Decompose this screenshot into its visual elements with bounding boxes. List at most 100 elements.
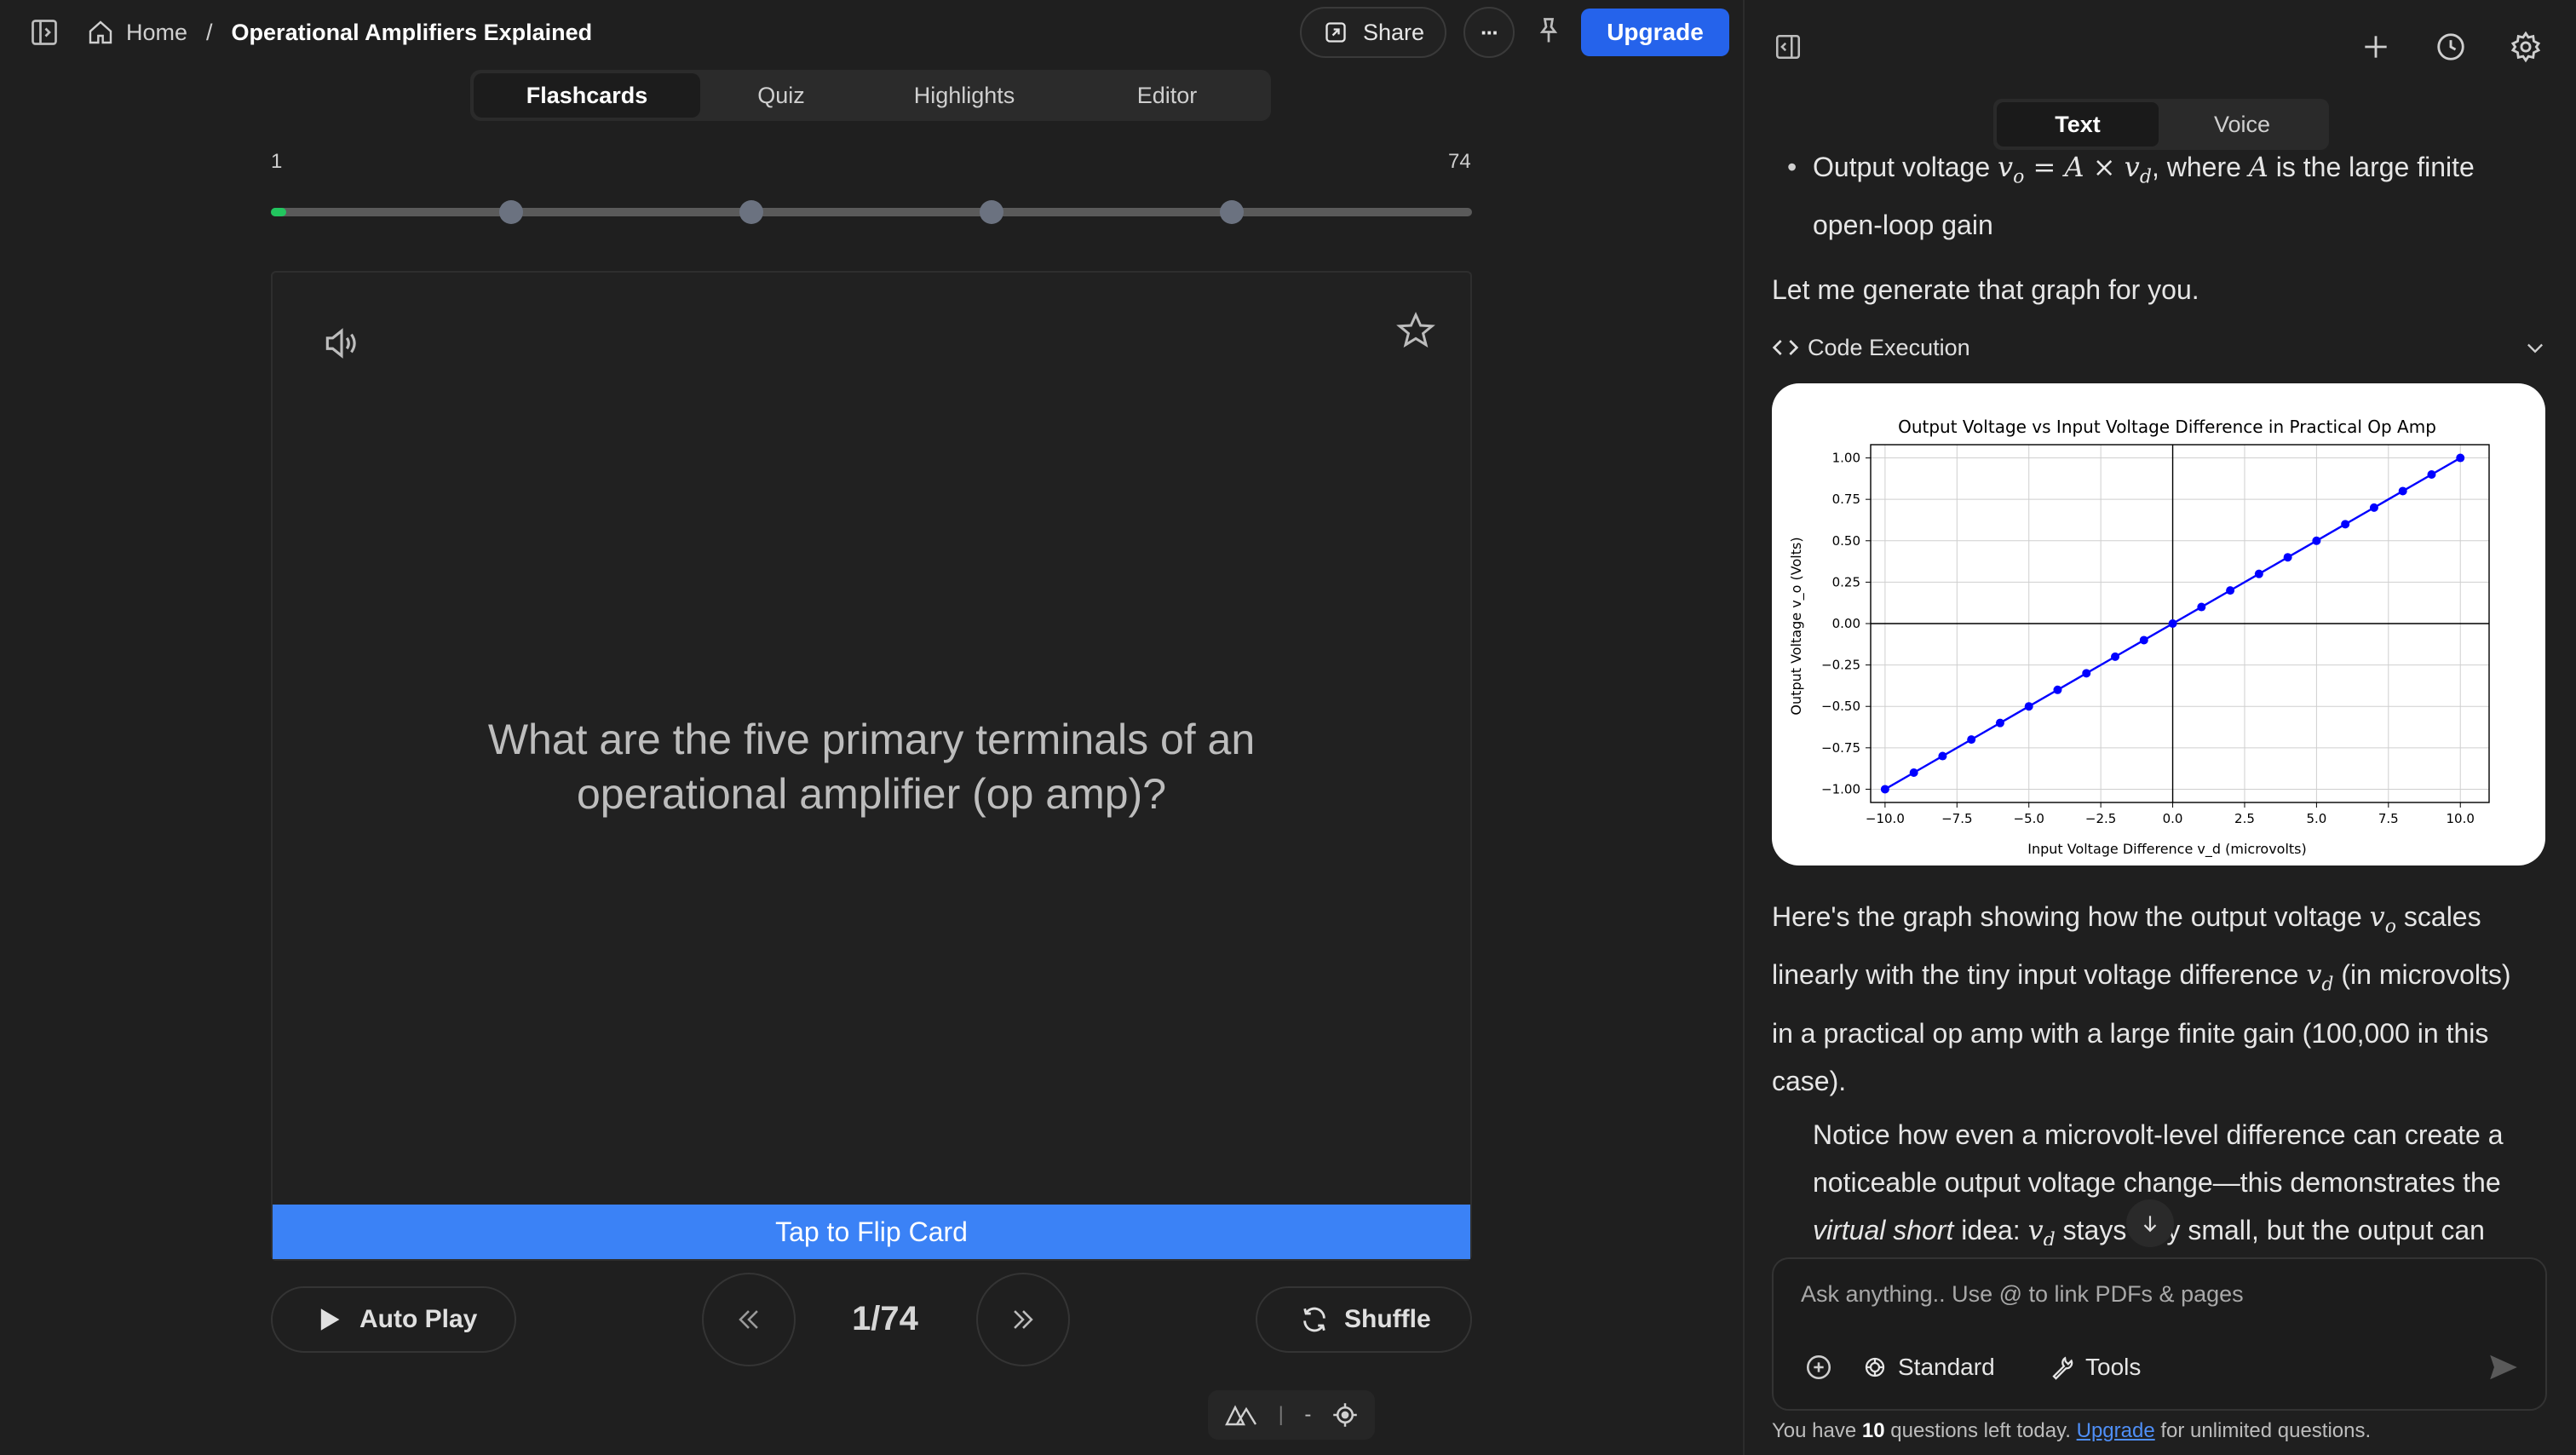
wrench-icon <box>2050 1354 2075 1380</box>
toolbar-divider: | <box>1278 1403 1284 1426</box>
bullet2-text-a: idea: <box>1953 1215 2028 1245</box>
footer-text-c: for unlimited questions. <box>2154 1419 2372 1442</box>
chat-input[interactable]: Ask anything.. Use @ to link PDFs & page… <box>1801 1281 2244 1308</box>
para2-line-4: case). <box>1772 1065 1847 1096</box>
data-point <box>2341 520 2350 529</box>
flip-card-button[interactable]: Tap to Flip Card <box>273 1205 1470 1259</box>
y-tick-label: −0.50 <box>1821 699 1860 714</box>
upgrade-button[interactable]: Upgrade <box>1581 9 1729 56</box>
y-tick-label: −0.75 <box>1821 740 1860 756</box>
tab-voice[interactable]: Voice <box>2159 102 2326 147</box>
progress-marker[interactable] <box>1220 200 1244 224</box>
tools-button[interactable]: Tools <box>2050 1349 2141 1385</box>
chart-x-ticks: −10.0 −7.5 −5.0 −2.5 0.0 2.5 5.0 7.5 10.0 <box>1866 802 2475 826</box>
card-counter: 1/74 <box>852 1300 918 1337</box>
collapse-panel-icon[interactable] <box>1774 32 1803 61</box>
data-point <box>2139 635 2148 645</box>
bullet2-text-b: stays <box>2055 1215 2127 1245</box>
logo-icon[interactable] <box>1225 1404 1257 1426</box>
previous-card-button[interactable] <box>702 1273 796 1366</box>
data-point <box>2254 569 2263 578</box>
chevron-down-icon <box>2523 336 2547 359</box>
math-vo-sub: o <box>2013 166 2025 188</box>
share-button[interactable]: Share <box>1300 7 1446 58</box>
share-label: Share <box>1363 19 1425 45</box>
progress-max-label: 74 <box>1448 150 1471 173</box>
y-tick-label: −0.25 <box>1821 658 1860 673</box>
chart-card: Output Voltage vs Input Voltage Differen… <box>1772 383 2545 866</box>
para2-text-b: scales <box>2396 901 2481 932</box>
standard-model-button[interactable]: Standard <box>1862 1349 1995 1385</box>
chart-axes <box>1870 444 2490 803</box>
math-vd-2-sub: d <box>2321 974 2334 996</box>
data-point <box>2398 486 2407 496</box>
more-options-button[interactable]: ··· <box>1463 7 1515 58</box>
y-tick-label: 0.50 <box>1832 533 1860 549</box>
math-vo: v <box>1998 151 2014 183</box>
tab-quiz[interactable]: Quiz <box>700 73 862 118</box>
para2-line-3: in a practical op amp with a large finit… <box>1772 1017 2489 1049</box>
data-point <box>2283 553 2292 562</box>
more-icon: ··· <box>1481 19 1499 45</box>
chart-y-ticks: 1.00 0.75 0.50 0.25 0.00 −0.25 −0.50 −0.75 −1.00 <box>1821 451 1871 797</box>
auto-play-button[interactable]: Auto Play <box>271 1286 516 1353</box>
pin-icon[interactable] <box>1533 15 1564 46</box>
data-point <box>2197 602 2206 612</box>
usage-footer: You have 10 questions left today. Upgrad… <box>1772 1419 2371 1443</box>
bullet2-italic: virtual short <box>1813 1215 1954 1245</box>
x-tick-label: −10.0 <box>1866 811 1905 826</box>
progress-fill <box>271 208 286 216</box>
math-vo-2-sub: o <box>2384 916 2396 938</box>
progress-marker[interactable] <box>739 200 763 224</box>
home-icon[interactable] <box>87 19 114 46</box>
tab-flashcards[interactable]: Flashcards <box>474 73 700 118</box>
x-tick-label: 2.5 <box>2234 811 2255 826</box>
tab-editor[interactable]: Editor <box>1067 73 1268 118</box>
plus-icon[interactable] <box>2360 31 2392 63</box>
data-point <box>1909 768 1918 777</box>
bullet2-line-2: noticeable output voltage change—this de… <box>1813 1167 2501 1198</box>
send-icon[interactable] <box>2487 1351 2520 1383</box>
gear-icon[interactable] <box>2510 31 2542 63</box>
data-point <box>1967 735 1976 745</box>
data-point <box>2168 619 2177 628</box>
tab-text[interactable]: Text <box>1997 102 2159 147</box>
footer-text-a: You have <box>1772 1419 1862 1442</box>
progress-marker[interactable] <box>980 200 1003 224</box>
scroll-down-button[interactable] <box>2126 1199 2174 1247</box>
tab-highlights[interactable]: Highlights <box>862 73 1067 118</box>
shuffle-label: Shuffle <box>1344 1305 1431 1333</box>
next-card-button[interactable] <box>976 1273 1070 1366</box>
code-execution-toggle[interactable]: Code Execution <box>1772 332 2547 363</box>
question-line-2: operational amplifier (op amp)? <box>576 770 1167 818</box>
attach-icon[interactable] <box>1804 1353 1833 1382</box>
code-execution-label: Code Execution <box>1808 334 1970 360</box>
bullet2-text-c: ly small, but the output can <box>2160 1215 2485 1245</box>
data-point <box>2456 453 2465 463</box>
speaker-icon[interactable] <box>320 322 363 365</box>
chart-title: Output Voltage vs Input Voltage Differen… <box>1898 417 2436 437</box>
message-paragraph-2: Here's the graph showing how the output … <box>1772 893 2564 1105</box>
y-tick-label: −1.00 <box>1821 781 1860 797</box>
double-chevron-left-icon <box>734 1305 763 1334</box>
breadcrumb-home[interactable]: Home <box>126 20 187 46</box>
tools-label: Tools <box>2085 1354 2142 1380</box>
x-tick-label: 10.0 <box>2447 811 2475 826</box>
shuffle-button[interactable]: Shuffle <box>1256 1286 1472 1353</box>
floating-toolbar: | - <box>1208 1390 1375 1440</box>
flashcard-question: What are the five primary terminals of a… <box>273 712 1470 821</box>
upgrade-link[interactable]: Upgrade <box>2077 1419 2155 1442</box>
x-tick-label: −5.0 <box>2014 811 2044 826</box>
star-icon[interactable] <box>1395 310 1436 351</box>
history-icon[interactable] <box>2435 31 2467 63</box>
progress-slider[interactable] <box>271 200 1472 224</box>
y-tick-label: 0.75 <box>1832 492 1860 507</box>
flashcard[interactable]: What are the five primary terminals of a… <box>271 271 1472 1261</box>
progress-marker[interactable] <box>499 200 523 224</box>
sidebar-toggle-icon[interactable] <box>29 17 60 48</box>
data-point <box>1938 751 1947 761</box>
data-point <box>2427 470 2436 479</box>
crosshair-icon[interactable] <box>1332 1402 1358 1428</box>
x-tick-label: −2.5 <box>2085 811 2116 826</box>
message-bullet-1: Output voltage vo = A × vd, where A is t… <box>1787 143 2562 249</box>
